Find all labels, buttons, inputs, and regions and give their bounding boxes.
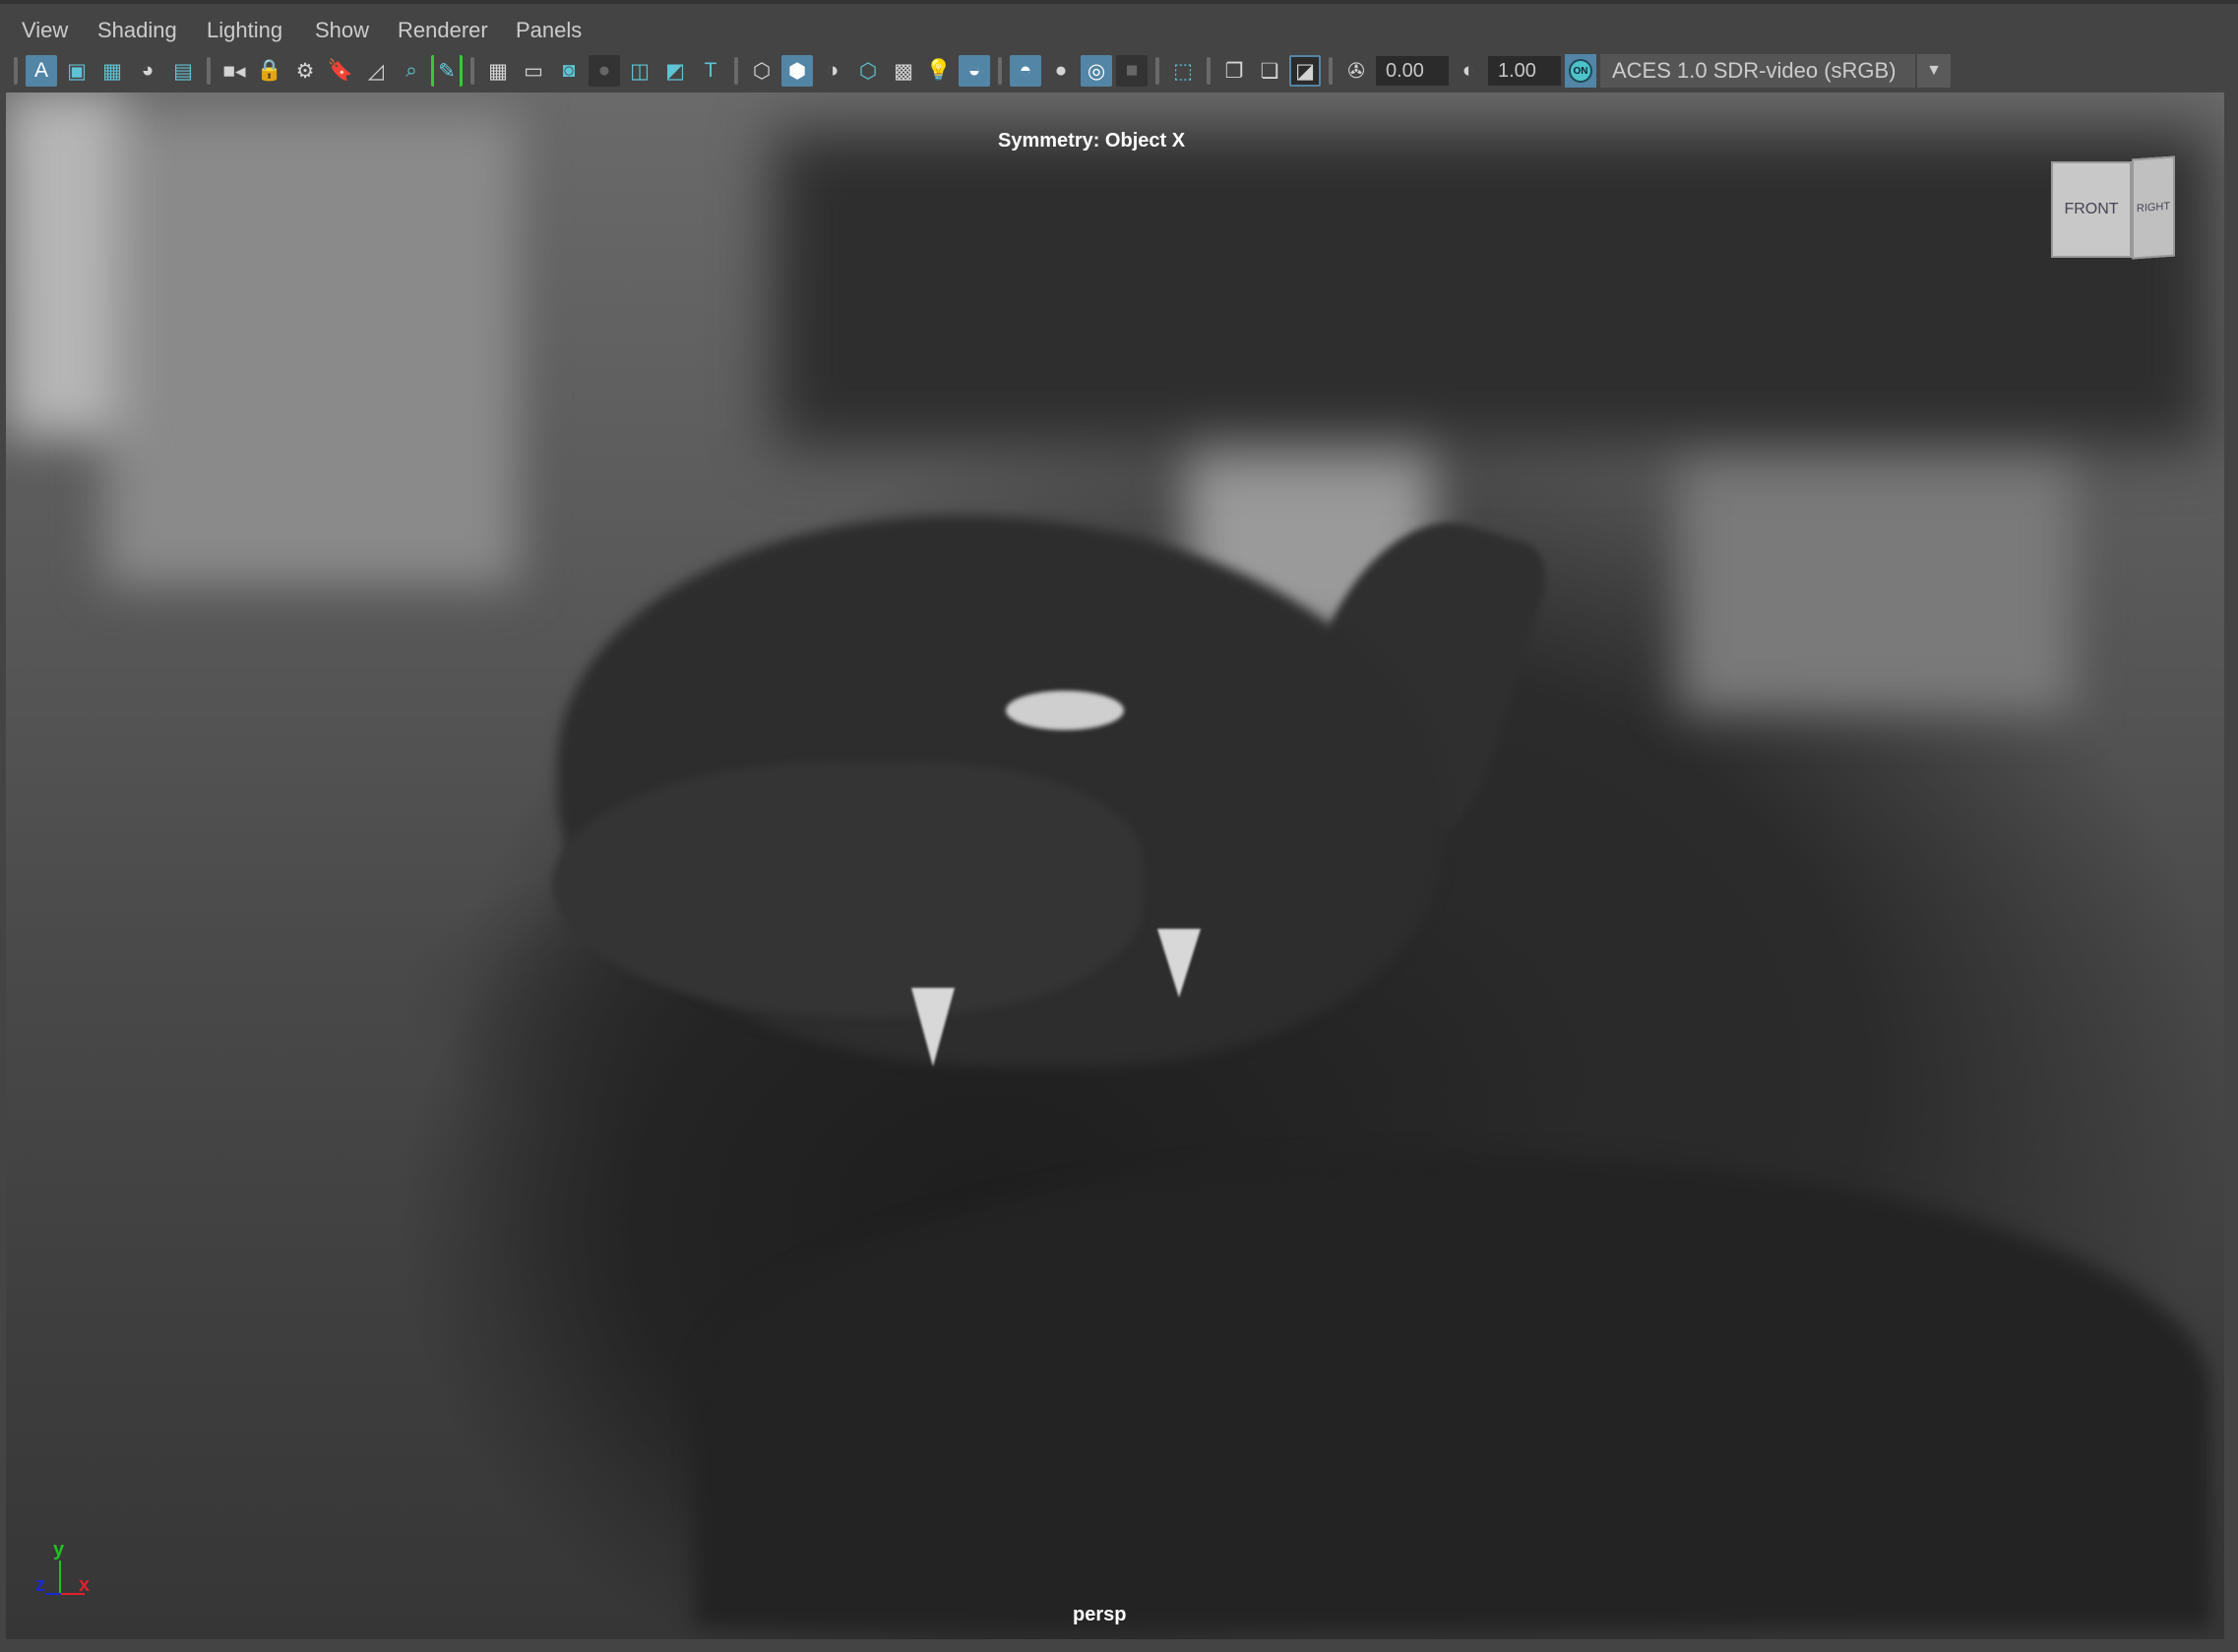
view-transform-dropdown[interactable]: ACES 1.0 SDR-video (sRGB) ▼ bbox=[1600, 54, 1951, 88]
ambient-occlusion-icon[interactable]: ◓ bbox=[1010, 55, 1041, 87]
camera-name-label: persp bbox=[1073, 1604, 1127, 1625]
color-management-on-label: ON bbox=[1569, 59, 1592, 83]
menu-shading[interactable]: Shading bbox=[97, 18, 177, 43]
menu-view[interactable]: View bbox=[22, 18, 68, 43]
toolbar-separator bbox=[14, 57, 18, 85]
pencil-icon[interactable]: ✎ bbox=[431, 55, 463, 87]
exposure-field[interactable]: 0.00 bbox=[1376, 56, 1449, 86]
color-wheel-icon[interactable]: ◕ bbox=[132, 55, 163, 87]
lights-icon[interactable]: 💡 bbox=[923, 55, 955, 87]
creature-snout bbox=[552, 762, 1143, 1017]
exposure-icon[interactable]: ✇ bbox=[1340, 55, 1372, 87]
image-plane-icon[interactable]: ▤ bbox=[167, 55, 199, 87]
x-axis-label: x bbox=[79, 1574, 91, 1596]
toolbar-separator bbox=[1155, 57, 1159, 85]
toolbar-separator bbox=[1207, 57, 1211, 85]
safe-action-icon[interactable]: ● bbox=[589, 55, 620, 87]
default-material-icon[interactable]: ◑ bbox=[817, 55, 848, 87]
toolbar-separator bbox=[1329, 57, 1333, 85]
depth-of-field-icon[interactable]: ■ bbox=[1116, 55, 1148, 87]
menu-panels[interactable]: Panels bbox=[516, 18, 582, 43]
view-transform-value: ACES 1.0 SDR-video (sRGB) bbox=[1600, 54, 1915, 88]
y-axis-label: y bbox=[53, 1539, 65, 1560]
grease-pencil-icon[interactable]: ⌕ bbox=[396, 55, 427, 87]
creature-tooth bbox=[911, 988, 955, 1067]
menu-bar: View Shading Lighting Show Renderer Panels bbox=[0, 0, 2238, 51]
smooth-shade-icon[interactable]: ⬢ bbox=[781, 55, 813, 87]
xray-joints-icon[interactable]: ❏ bbox=[1254, 55, 1285, 87]
pan-zoom-icon[interactable]: ◿ bbox=[360, 55, 392, 87]
lock-camera-icon[interactable]: 🔒 bbox=[254, 55, 285, 87]
camera-icon[interactable]: ■◂ bbox=[218, 55, 250, 87]
wireframe-on-shaded-icon[interactable]: ⬡ bbox=[852, 55, 884, 87]
grid-icon[interactable]: ▦ bbox=[482, 55, 514, 87]
creature-eye bbox=[1006, 691, 1124, 730]
resolution-gate-icon[interactable]: ▦ bbox=[96, 55, 128, 87]
gamma-icon[interactable]: ◐ bbox=[1453, 55, 1484, 87]
xray-components-icon[interactable]: ◪ bbox=[1289, 55, 1321, 87]
anti-aliasing-icon[interactable]: ◎ bbox=[1081, 55, 1112, 87]
view-cube-front[interactable]: FRONT bbox=[2051, 161, 2132, 258]
shadows-icon[interactable]: ◒ bbox=[959, 55, 990, 87]
background-canopy bbox=[774, 132, 2210, 447]
toolbar-separator bbox=[207, 57, 211, 85]
z-axis-line bbox=[45, 1593, 61, 1595]
field-chart-icon[interactable]: ◙ bbox=[553, 55, 585, 87]
chevron-down-icon[interactable]: ▼ bbox=[1917, 54, 1951, 88]
background-sky bbox=[6, 92, 124, 437]
background-building bbox=[1679, 417, 2073, 712]
background-building bbox=[104, 112, 518, 584]
isolate-select-icon[interactable]: ⬚ bbox=[1167, 55, 1199, 87]
camera-attributes-icon[interactable]: ⚙ bbox=[289, 55, 321, 87]
axis-indicator: y x z bbox=[31, 1539, 100, 1608]
select-camera-icon[interactable]: A bbox=[26, 55, 57, 87]
safe-title-icon[interactable]: ◫ bbox=[624, 55, 655, 87]
y-axis-line bbox=[59, 1560, 61, 1594]
gamma-field[interactable]: 1.00 bbox=[1488, 56, 1561, 86]
toolbar-separator bbox=[470, 57, 474, 85]
3d-viewport[interactable]: Symmetry: Object X persp FRONT RIGHT y x… bbox=[6, 92, 2224, 1639]
motion-blur-icon[interactable]: ● bbox=[1045, 55, 1077, 87]
film-gate-mask-icon[interactable]: ▭ bbox=[518, 55, 549, 87]
bookmark-icon[interactable]: 🔖 bbox=[325, 55, 356, 87]
z-axis-label: z bbox=[35, 1574, 45, 1596]
color-management-toggle[interactable]: ON bbox=[1565, 54, 1596, 88]
text-icon[interactable]: T bbox=[695, 55, 726, 87]
view-cube-right[interactable]: RIGHT bbox=[2132, 155, 2175, 260]
gate-mask-icon[interactable]: ◩ bbox=[659, 55, 691, 87]
film-gate-icon[interactable]: ▣ bbox=[61, 55, 93, 87]
toolbar-separator bbox=[998, 57, 1002, 85]
xray-icon[interactable]: ❐ bbox=[1218, 55, 1250, 87]
creature-tooth bbox=[1157, 929, 1201, 998]
menu-lighting[interactable]: Lighting bbox=[207, 18, 282, 43]
menu-renderer[interactable]: Renderer bbox=[398, 18, 488, 43]
toolbar-separator bbox=[734, 57, 738, 85]
textured-icon[interactable]: ▩ bbox=[888, 55, 919, 87]
symmetry-label: Symmetry: Object X bbox=[998, 130, 1186, 152]
creature-body bbox=[695, 1155, 2210, 1627]
menu-show[interactable]: Show bbox=[315, 18, 369, 43]
wireframe-icon[interactable]: ⬡ bbox=[746, 55, 777, 87]
view-cube[interactable]: FRONT RIGHT bbox=[2051, 155, 2177, 260]
viewport-toolbar: A ▣ ▦ ◕ ▤ ■◂ 🔒 ⚙ 🔖 ◿ ⌕ ✎ ▦ ▭ ◙ ● ◫ ◩ T ⬡ ⬢ ◑ ⬡ ▩ 💡 ◒ ◓ ● ◎ ■ ⬚ ❐ ❏ ◪ ✇ 0.00… bbox=[10, 51, 1951, 91]
